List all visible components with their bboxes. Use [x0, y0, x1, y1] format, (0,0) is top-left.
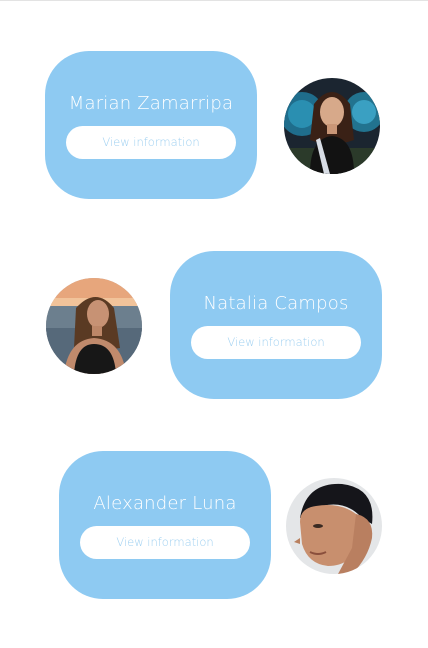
- profile-name: Marian Zamarripa: [68, 93, 234, 114]
- avatar-marian[interactable]: [284, 78, 380, 174]
- view-information-button[interactable]: View information: [191, 326, 361, 359]
- profile-name: Natalia Campos: [203, 293, 349, 314]
- profile-card-marian: Marian Zamarripa View information: [45, 51, 257, 199]
- view-information-button[interactable]: View information: [80, 526, 250, 559]
- avatar-natalia[interactable]: [46, 278, 142, 374]
- top-divider: [0, 0, 428, 1]
- profile-name: Alexander Luna: [93, 493, 237, 514]
- view-information-button[interactable]: View information: [66, 126, 236, 159]
- profile-card-alexander: Alexander Luna View information: [59, 451, 271, 599]
- avatar-alexander[interactable]: [286, 478, 382, 574]
- profile-card-natalia: Natalia Campos View information: [170, 251, 382, 399]
